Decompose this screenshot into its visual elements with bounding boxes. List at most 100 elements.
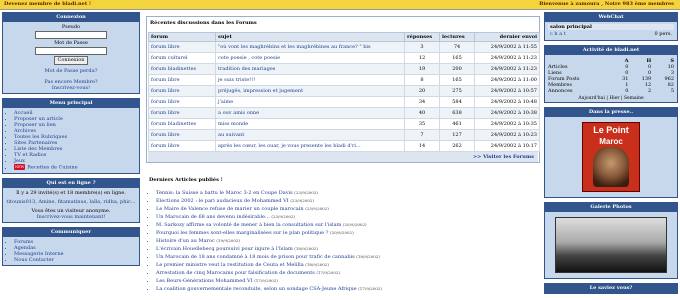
stat-a: 0: [625, 88, 629, 94]
password-label: Mot de Passe: [54, 40, 88, 46]
online-box: Qui est en ligne ? Il y a 29 invité(s) e…: [2, 177, 140, 223]
article-title: Pourquoi les femmes sont-elles marginali…: [156, 230, 329, 236]
did-you-know-title: Le saviez vous?: [545, 284, 677, 293]
list-item[interactable]: Le premier ministre veut la restitution …: [156, 261, 540, 269]
list-item[interactable]: Arrestation de cinq Marocains pour falsi…: [156, 269, 540, 277]
magazine-cover-image[interactable]: Le Point Maroc: [582, 122, 640, 192]
col-sujet: sujet: [215, 32, 405, 42]
menu-item-recettes[interactable]: NEWRecettes de Cuisine: [14, 164, 136, 171]
list-item[interactable]: Un Marocain de 18 ans condamné à 18 mois…: [156, 253, 540, 261]
subject-cell[interactable]: a ouv amis onne: [215, 107, 405, 119]
join-link[interactable]: Devenez membre de bladi.net !: [4, 1, 91, 7]
tab-yesterday[interactable]: Hier: [609, 96, 619, 101]
subject-cell[interactable]: miss monde: [215, 118, 405, 130]
list-item[interactable]: M. Sarkozy affirme sa volonté de mener à…: [156, 221, 540, 229]
forum-cell[interactable]: forum libre: [148, 107, 216, 119]
replies-cell: 35: [404, 118, 440, 130]
visit-forums-link[interactable]: >> Visiter les Forums: [148, 152, 538, 162]
forum-cell[interactable]: forum libre: [148, 85, 216, 97]
subject-cell[interactable]: j'aime: [215, 96, 405, 108]
list-item[interactable]: Un Marocain de 68 ans devenu indésirable…: [156, 213, 540, 221]
magazine-subtitle: Maroc: [599, 137, 623, 146]
forum-cell[interactable]: forum libre: [148, 41, 216, 53]
article-title: L'écrivain Houellebecq poursuivi pour in…: [156, 246, 293, 252]
communicate-title: Communiquer: [3, 227, 139, 237]
reads-cell: 200: [439, 63, 475, 75]
password-input[interactable]: [35, 47, 107, 55]
col-reponses: réponses: [404, 32, 440, 42]
replies-cell: 3: [404, 41, 440, 53]
tab-today[interactable]: Aujourd'hui: [578, 96, 605, 101]
press-box: Dans la presse.. Le Point Maroc: [544, 107, 678, 198]
article-title: Tennis: la Suisse a battu le Maroc 3-2 e…: [156, 190, 293, 196]
top-banner: Devenez membre de bladi.net ! Bienvenue …: [0, 0, 680, 10]
webchat-box: WebChat salon principal c h a t 0 pers.: [544, 12, 678, 41]
subject-cell[interactable]: préjugés, impression et jugement: [215, 85, 405, 97]
list-item[interactable]: Elections 2002 : le pari audacieux de Mo…: [156, 197, 540, 205]
table-row: forum libre au suivant 7 127 24/9/2002 à 10:…: [148, 129, 540, 141]
article-date: (19/9/2002): [216, 238, 241, 243]
main-menu-box: Menu principal Accueil Proposer un artic…: [2, 98, 140, 174]
stat-label: Annonces: [548, 88, 573, 94]
col-dernier: dernier envoi: [474, 32, 540, 42]
article-date: (20/9/2002): [330, 230, 354, 235]
subject-cell[interactable]: tradition des mariages: [215, 63, 405, 75]
subject-cell[interactable]: cote poesie , cote poesie: [215, 52, 405, 64]
list-item[interactable]: Pourquoi les femmes sont-elles marginali…: [156, 229, 540, 237]
reads-cell: 74: [439, 41, 475, 53]
replies-cell: 8: [404, 74, 440, 86]
gallery-photo[interactable]: [555, 217, 667, 273]
subject-cell[interactable]: "où vont les maghrébins et les maghrébin…: [215, 41, 405, 53]
reads-cell: 165: [439, 52, 475, 64]
article-title: Les Beurs-Générations Mohammed VI: [156, 278, 253, 284]
chat-room-link[interactable]: c h a t: [550, 31, 566, 37]
table-row: forum libre a ouv amis onne 40 638 24/9/2002…: [148, 107, 540, 119]
login-button[interactable]: Connexion: [54, 56, 88, 65]
reads-cell: 127: [439, 129, 475, 141]
login-title: Connexion: [3, 13, 139, 22]
activity-tabs: Aujourd'hui | Hier | Semaine: [578, 96, 644, 101]
table-row: forum libre préjugés, impression et jugem…: [148, 85, 540, 97]
tab-week[interactable]: Semaine: [624, 96, 644, 101]
forum-cell[interactable]: forum libre: [148, 129, 216, 141]
subject-cell[interactable]: après les cœur, les ouar, je vous presen…: [215, 140, 405, 152]
forum-cell[interactable]: forum libre: [148, 96, 216, 108]
press-title: Dans la presse..: [545, 108, 677, 117]
pseudo-label: Pseudo: [61, 24, 81, 30]
forum-cell[interactable]: forum libre: [148, 140, 216, 152]
article-date: (18/9/2002): [356, 254, 380, 259]
forum-cell[interactable]: forum bladinettes: [148, 63, 216, 75]
pseudo-input[interactable]: [35, 31, 107, 39]
register-now-link[interactable]: Inscrivez-vous maintenant!: [6, 214, 136, 220]
online-count: Il y a 29 invité(s) et 18 membre(s) en l…: [16, 189, 126, 196]
article-date: (17/9/2002): [254, 278, 278, 283]
article-date: (17/9/2002): [358, 286, 382, 291]
forgot-password-link[interactable]: Mot de Passe perdu?: [6, 68, 136, 74]
list-item[interactable]: Tennis: la Suisse a battu le Maroc 3-2 e…: [156, 189, 540, 197]
table-row: forum bladinettes miss monde 35 461 24/9/200…: [148, 118, 540, 130]
subject-cell[interactable]: je suis triste!!!: [215, 74, 405, 86]
comm-item-contact[interactable]: Nous Contacter: [14, 257, 136, 263]
reads-cell: 165: [439, 74, 475, 86]
online-title: Qui est en ligne ?: [3, 178, 139, 188]
list-item[interactable]: L'écrivain Houellebecq poursuivi pour in…: [156, 245, 540, 253]
register-link[interactable]: Inscrivez-vous!: [6, 85, 136, 91]
list-item[interactable]: Histoire d'un au Maroc (19/9/2002): [156, 237, 540, 245]
online-names[interactable]: titounis013, Amine, fitamatinus, lalla, …: [6, 199, 136, 205]
list-item[interactable]: La coalition gouvernementale reconduite,…: [156, 285, 540, 293]
date-cell: 24/9/2002 à 10:48: [474, 96, 540, 108]
article-date: (18/9/2002): [305, 262, 329, 267]
forum-cell[interactable]: forum culturel: [148, 52, 216, 64]
stat-h: 2: [648, 88, 652, 94]
subject-cell[interactable]: au suivant: [215, 129, 405, 141]
article-title: La coalition gouvernementale reconduite,…: [156, 286, 357, 292]
forum-cell[interactable]: forum libre: [148, 74, 216, 86]
list-item[interactable]: Les Beurs-Générations Mohammed VI (17/9/…: [156, 277, 540, 285]
forum-cell[interactable]: forum bladinettes: [148, 118, 216, 130]
list-item[interactable]: Le Maire de Valence refuse de marier un …: [156, 205, 540, 213]
article-date: (18/9/2002): [294, 246, 318, 251]
gallery-box: Galerie Photos: [544, 202, 678, 279]
communicate-box: Communiquer Forums Agendas Messagerie In…: [2, 226, 140, 266]
article-date: (23/9/2002): [294, 190, 318, 195]
date-cell: 24/9/2002 à 11:00: [474, 74, 540, 86]
